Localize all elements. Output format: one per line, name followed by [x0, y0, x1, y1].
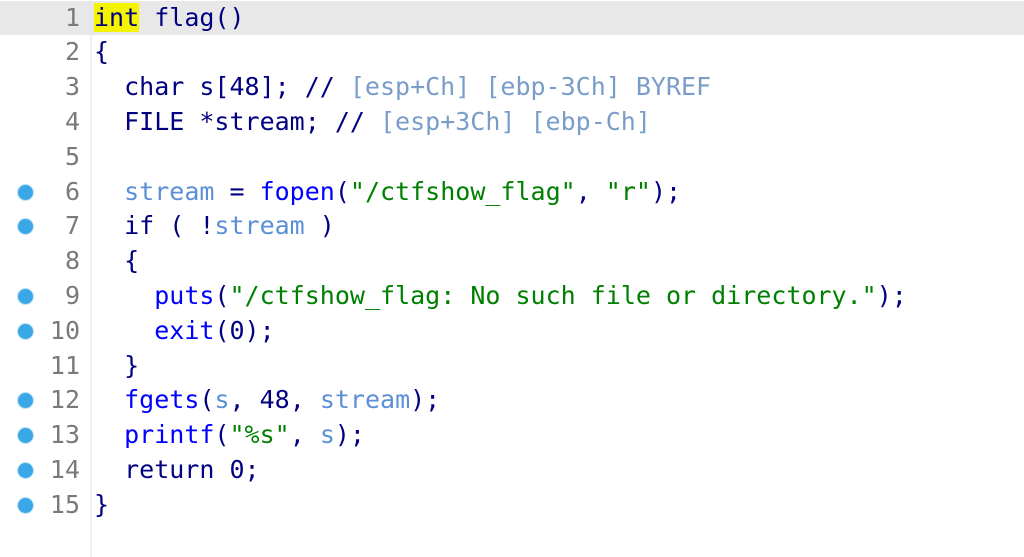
line-number: 13: [49, 420, 80, 450]
code-token: );: [876, 280, 907, 310]
breakpoint-dot-icon[interactable]: [18, 497, 33, 513]
code-token: exit: [154, 315, 215, 345]
code-token: [esp+3Ch] [ebp-Ch]: [379, 106, 651, 136]
pseudocode-editor[interactable]: 1 int flag() 2{3 char s[48]; // [esp+Ch] […: [0, 0, 1024, 557]
code-token: FILE *stream; //: [94, 106, 380, 136]
code-token: (0);: [214, 315, 275, 345]
line-number: 12: [49, 385, 80, 415]
code-token: );: [410, 385, 441, 415]
breakpoint-dot-icon[interactable]: [18, 393, 33, 409]
code-token: "/ctfshow_flag: No such file or director…: [229, 280, 877, 310]
line-number: 11: [49, 350, 80, 380]
code-token: [esp+Ch] [ebp-3Ch] BYREF: [349, 72, 712, 102]
code-token: (: [334, 176, 350, 206]
code-token: (: [199, 385, 215, 415]
code-line[interactable]: 1 int flag(): [0, 0, 1024, 36]
code-text[interactable]: }: [94, 488, 109, 523]
code-line[interactable]: 7 if ( !stream ): [0, 209, 1024, 244]
breakpoint-dot-icon[interactable]: [18, 219, 33, 235]
code-line[interactable]: 6 stream = fopen("/ctfshow_flag", "r");: [0, 175, 1024, 210]
code-line[interactable]: 3 char s[48]; // [esp+Ch] [ebp-3Ch] BYRE…: [0, 70, 1024, 105]
code-token: stream: [214, 211, 305, 241]
code-line[interactable]: 5: [0, 140, 1024, 175]
code-text[interactable]: FILE *stream; // [esp+3Ch] [ebp-Ch]: [94, 105, 651, 140]
code-line[interactable]: 14 return 0;: [0, 453, 1024, 488]
code-token: );: [334, 420, 365, 450]
code-text[interactable]: fgets(s, 48, stream);: [94, 383, 440, 418]
breakpoint-dot-icon[interactable]: [18, 184, 33, 200]
breakpoint-dot-icon[interactable]: [18, 323, 33, 339]
code-token: }: [94, 489, 110, 519]
code-token: s: [214, 385, 230, 415]
code-text[interactable]: stream = fopen("/ctfshow_flag", "r");: [94, 175, 681, 210]
code-token: stream: [319, 385, 411, 415]
code-text[interactable]: exit(0);: [94, 314, 275, 349]
code-token: ,: [289, 420, 320, 450]
line-number: 8: [64, 246, 80, 276]
code-text[interactable]: printf("%s", s);: [94, 418, 365, 453]
code-line[interactable]: 15}: [0, 488, 1024, 523]
code-token: }: [94, 350, 140, 380]
code-line[interactable]: 10 exit(0);: [0, 314, 1024, 349]
line-number: 15: [49, 489, 80, 519]
code-token: char s[48]; //: [94, 72, 350, 102]
code-token: stream: [124, 176, 215, 206]
code-token: fgets: [124, 385, 200, 415]
code-token: "r": [605, 176, 651, 206]
line-number: 7: [64, 211, 80, 241]
code-token: {: [94, 246, 140, 276]
code-line[interactable]: 2{: [0, 35, 1024, 70]
code-token: s: [319, 420, 335, 450]
code-token: {: [94, 37, 110, 67]
code-text[interactable]: puts("/ctfshow_flag: No such file or dir…: [94, 279, 907, 314]
breakpoint-dot-icon[interactable]: [18, 462, 33, 478]
code-line[interactable]: 8 {: [0, 244, 1024, 279]
code-text[interactable]: }: [94, 349, 139, 384]
code-token: (: [214, 280, 230, 310]
line-number: 2: [64, 37, 80, 67]
line-number: 6: [64, 176, 80, 206]
code-text[interactable]: if ( !stream ): [94, 209, 335, 244]
code-line[interactable]: 11 }: [0, 349, 1024, 384]
line-number: 1: [64, 2, 80, 32]
code-token: fopen: [259, 176, 335, 206]
code-line[interactable]: 13 printf("%s", s);: [0, 418, 1024, 453]
code-token: ): [304, 211, 335, 241]
code-line[interactable]: 9 puts("/ctfshow_flag: No such file or d…: [0, 279, 1024, 314]
breakpoint-dot-icon[interactable]: [18, 428, 33, 444]
code-token: , 48,: [229, 385, 320, 415]
code-token: ,: [575, 176, 606, 206]
code-line[interactable]: 4 FILE *stream; // [esp+3Ch] [ebp-Ch]: [0, 105, 1024, 140]
code-token: "/ctfshow_flag": [349, 176, 576, 206]
line-number: 14: [49, 454, 80, 484]
breakpoint-dot-icon[interactable]: [18, 288, 33, 304]
code-token: return 0;: [94, 454, 260, 484]
code-text[interactable]: {: [94, 35, 109, 70]
code-token: printf: [124, 420, 215, 450]
code-token: puts: [154, 280, 215, 310]
code-token: =: [214, 176, 260, 206]
code-token: );: [650, 176, 682, 206]
code-text[interactable]: {: [94, 244, 139, 279]
code-text[interactable]: return 0;: [94, 453, 260, 488]
code-line[interactable]: 12 fgets(s, 48, stream);: [0, 383, 1024, 418]
code-token: flag(): [154, 2, 245, 32]
line-number: 5: [64, 141, 80, 171]
code-token: int: [94, 2, 140, 32]
code-token: if ( !: [94, 211, 215, 241]
line-number: 9: [64, 280, 80, 310]
code-token: "%s": [229, 420, 290, 450]
line-number: 10: [49, 315, 80, 345]
code-text[interactable]: char s[48]; // [esp+Ch] [ebp-3Ch] BYREF: [94, 70, 711, 105]
line-number: 3: [64, 72, 80, 102]
code-token: (: [214, 420, 230, 450]
code-text[interactable]: int flag(): [94, 1, 245, 36]
line-number: 4: [64, 106, 80, 136]
